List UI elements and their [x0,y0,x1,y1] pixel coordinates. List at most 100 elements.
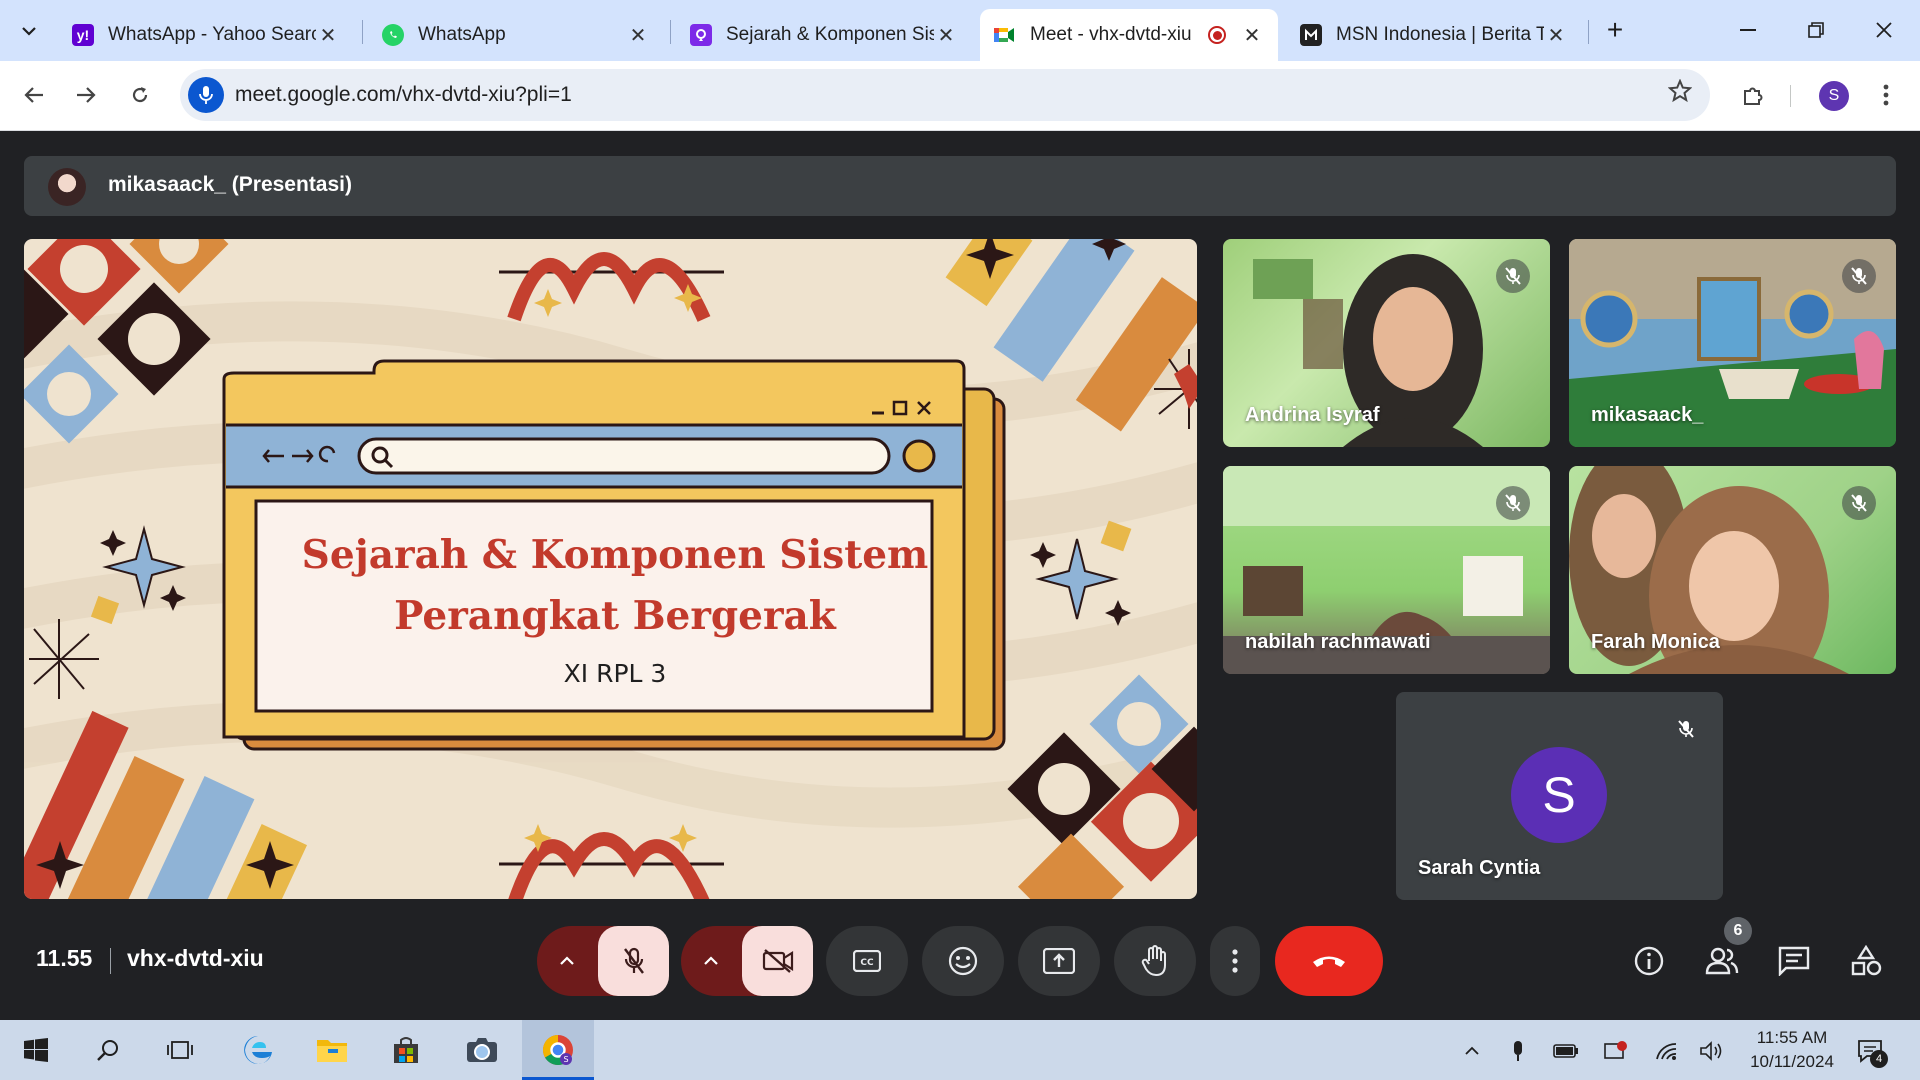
info-icon [1634,946,1664,976]
mic-off-icon [1496,486,1530,520]
participant-tile-andrina[interactable]: Andrina Isyraf [1223,239,1550,447]
shapes-activities-icon [1851,945,1882,976]
leave-call-button[interactable] [1275,926,1383,996]
microphone-off-button[interactable] [598,926,669,996]
windows-start-icon[interactable] [16,1030,56,1070]
reload-icon[interactable] [120,75,160,115]
mic-off-icon [1842,259,1876,293]
microphone-control-group [537,926,669,996]
participant-name: nabilah rachmawati [1245,631,1431,653]
camera-off-button[interactable] [742,926,813,996]
present-screen-button[interactable] [1018,926,1100,996]
new-tab-button[interactable]: + [1597,12,1633,48]
chrome-browser-icon[interactable]: S [538,1030,578,1070]
tab-close-icon[interactable]: ✕ [316,23,340,48]
canva-icon [690,24,712,46]
presentation-slide[interactable]: Sejarah & Komponen Sistem Perangkat Berg… [24,239,1197,899]
more-options-button[interactable] [1210,926,1260,996]
tab-msn[interactable]: MSN Indonesia | Berita Te ✕ [1286,9,1582,61]
windows-taskbar: S 11:55 AM 10/11/2024 4 [0,1020,1920,1080]
back-arrow-icon[interactable] [14,75,54,115]
url-text: meet.google.com/vhx-dvtd-xiu?pli=1 [235,83,572,106]
audio-options-chevron-up-icon[interactable] [537,926,597,996]
edge-browser-icon[interactable] [238,1030,278,1070]
raise-hand-icon [1141,945,1166,977]
presenter-label: mikasaack_ (Presentasi) [108,173,352,196]
screen-recording-tray-icon[interactable] [1602,1038,1630,1064]
more-vert-icon [1232,949,1238,973]
chat-button[interactable] [1772,939,1816,983]
tab-close-icon[interactable]: ✕ [1544,23,1568,48]
tab-canva-presentation[interactable]: Sejarah & Komponen Sist ✕ [676,9,972,61]
extensions-puzzle-icon[interactable] [1733,75,1773,115]
emoji-icon [948,946,978,976]
reactions-button[interactable] [922,926,1004,996]
chrome-menu-kebab-icon[interactable] [1866,75,1906,115]
mic-off-icon [1842,486,1876,520]
tab-close-icon[interactable]: ✕ [934,23,958,48]
microsoft-store-icon[interactable] [386,1030,426,1070]
tab-title: Meet - vhx-dvtd-xiu [1030,24,1192,45]
profile-avatar[interactable]: S [1819,81,1849,111]
volume-icon[interactable] [1698,1038,1726,1064]
taskbar-clock[interactable]: 11:55 AM 10/11/2024 [1740,1026,1844,1074]
participant-tile-sarah[interactable]: S Sarah Cyntia [1396,692,1723,900]
notification-count-badge: 4 [1870,1050,1888,1068]
end-call-phone-icon [1313,956,1345,967]
wifi-icon[interactable] [1652,1038,1680,1064]
file-explorer-icon[interactable] [312,1030,352,1070]
address-bar[interactable]: meet.google.com/vhx-dvtd-xiu?pli=1 [180,69,1710,121]
tab-separator [1588,20,1589,44]
close-window-button[interactable] [1856,10,1912,50]
tab-close-icon[interactable]: ✕ [626,23,650,48]
tab-close-icon[interactable]: ✕ [1240,23,1264,48]
restore-button[interactable] [1788,10,1844,50]
taskbar-time: 11:55 AM [1756,1028,1828,1047]
raise-hand-button[interactable] [1114,926,1196,996]
voice-search-icon[interactable] [188,77,224,113]
forward-arrow-icon[interactable] [66,75,106,115]
bookmark-star-icon[interactable] [1667,78,1693,110]
participant-tile-nabilah[interactable]: nabilah rachmawati [1223,466,1550,674]
captions-button[interactable]: CC [826,926,908,996]
slide-title-line-1: Sejarah & Komponen Sistem [301,532,929,578]
tab-separator [362,20,363,44]
mic-off-icon [1496,259,1530,293]
meeting-details-button[interactable] [1627,939,1671,983]
participant-name: mikasaack_ [1591,404,1704,426]
activities-button[interactable] [1844,939,1888,983]
participant-avatar: S [1511,747,1607,843]
tab-separator [670,20,671,44]
camera-app-icon[interactable] [462,1030,502,1070]
participant-name: Andrina Isyraf [1245,404,1380,426]
task-view-icon[interactable] [160,1030,200,1070]
tab-title: WhatsApp - Yahoo Searc [108,24,316,45]
closed-captions-icon: CC [853,950,881,972]
tab-title: WhatsApp [418,24,506,45]
chat-icon [1778,946,1810,976]
video-options-chevron-up-icon[interactable] [681,926,741,996]
minimize-button[interactable] [1720,10,1776,50]
msn-icon [1300,24,1322,46]
tab-google-meet[interactable]: Meet - vhx-dvtd-xiu ✕ [980,9,1278,61]
participant-tile-farah[interactable]: Farah Monica [1569,466,1896,674]
tab-title: Sejarah & Komponen Sist [726,24,934,45]
tab-whatsapp[interactable]: WhatsApp ✕ [368,9,664,61]
people-button[interactable] [1700,939,1744,983]
participant-tile-mikasaack[interactable]: mikasaack_ [1569,239,1896,447]
toolbar-divider [1790,85,1791,107]
presenter-banner: mikasaack_ (Presentasi) [24,156,1896,216]
battery-icon[interactable] [1552,1038,1580,1064]
browser-toolbar: meet.google.com/vhx-dvtd-xiu?pli=1 S [0,61,1920,131]
people-icon [1705,947,1739,975]
microphone-tray-icon[interactable] [1504,1038,1532,1064]
presenter-avatar [48,168,86,206]
meeting-clock: 11.55 [36,945,93,971]
tab-search-chevron-icon[interactable] [10,12,48,50]
tab-yahoo-search[interactable]: y! WhatsApp - Yahoo Searc ✕ [58,9,354,61]
show-hidden-icons-chevron-icon[interactable] [1458,1038,1486,1064]
recording-indicator-icon [1208,26,1226,44]
taskbar-search-icon[interactable] [88,1030,128,1070]
svg-text:CC: CC [860,958,874,968]
slide-title-line-2: Perangkat Bergerak [394,593,836,639]
